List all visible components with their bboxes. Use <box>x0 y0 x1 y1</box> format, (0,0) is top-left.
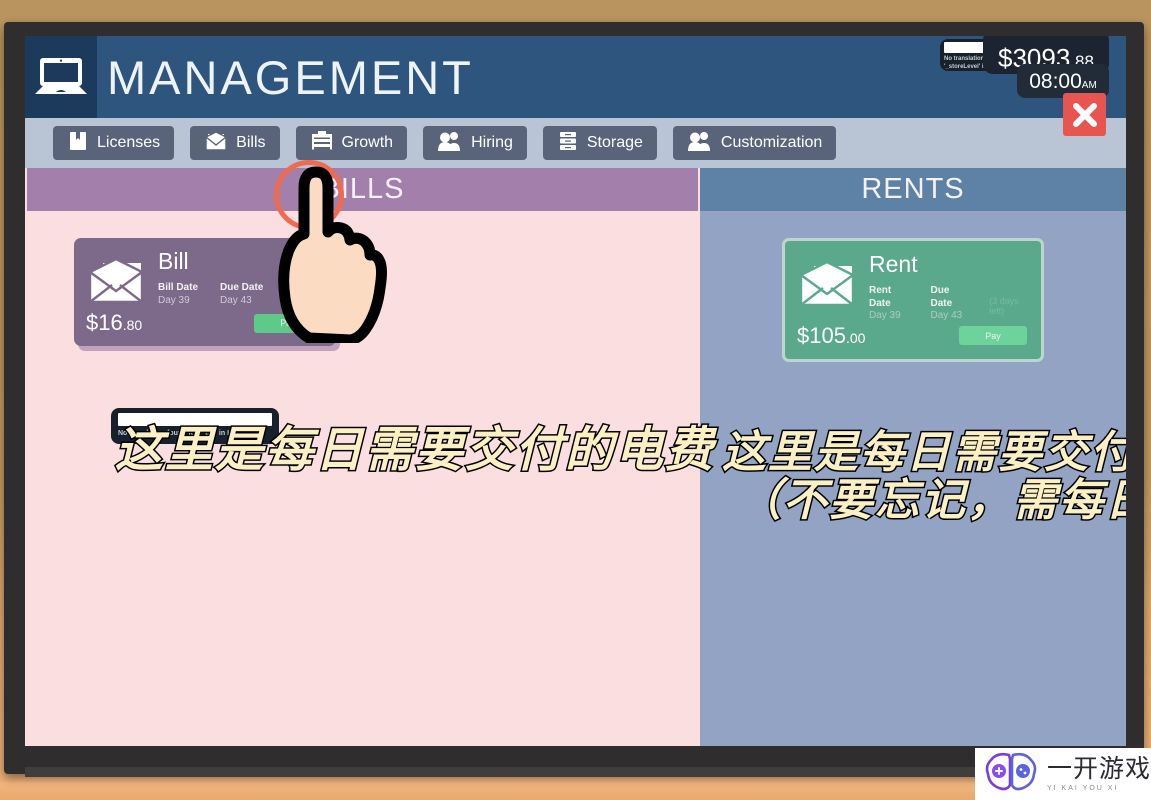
bill-due-label: Due Date <box>220 282 264 293</box>
bills-annotation: 这里是每日需要交付的电费 <box>113 423 716 479</box>
tab-label: Hiring <box>471 134 513 151</box>
people-icon <box>437 130 463 157</box>
bill-due-col: Due Date Day 43 <box>220 282 263 307</box>
watermark-en: YI KAI YOU XI <box>1047 784 1119 792</box>
watermark: 一开游戏 YI KAI YOU XI <box>975 748 1151 800</box>
watermark-cn: 一开游戏 <box>1047 754 1151 783</box>
monitor-bezel-bottom <box>25 767 1126 777</box>
bill-date-label: Bill Date <box>158 282 199 293</box>
tab-licenses[interactable]: Licenses <box>53 126 175 160</box>
monitor-screen: MANAGEMENT Licenses Bills Growth Hiring … <box>25 36 1126 746</box>
rent-date-value: Day 39 <box>869 310 901 321</box>
page-title: MANAGEMENT <box>107 50 474 104</box>
envelope-icon <box>86 252 150 310</box>
rent-amount-cents: .00 <box>845 329 866 346</box>
bill-pay-button[interactable]: Pay <box>254 313 322 333</box>
brain-gamepad-logo <box>983 751 1039 798</box>
tab-label: Growth <box>341 134 394 151</box>
rents-heading: RENTS <box>700 168 1126 211</box>
bill-card[interactable]: Bill Bill Date Day 39 Due Date Day 43 $1… <box>74 238 336 346</box>
bills-card-list: Bill Bill Date Day 39 Due Date Day 43 $1… <box>25 211 700 346</box>
tab-label: Licenses <box>97 134 161 151</box>
close-icon <box>1072 102 1097 127</box>
game-clock-time: 08:00 <box>1029 69 1082 93</box>
bill-card-title: Bill <box>158 248 189 274</box>
tab-hiring[interactable]: Hiring <box>423 126 527 160</box>
book-icon <box>67 130 89 157</box>
rents-annotation-line2: （不要忘记，需每日交付） <box>736 475 1127 527</box>
rent-date-label: Rent Date <box>869 285 892 309</box>
tab-bills[interactable]: Bills <box>190 126 280 160</box>
rent-card[interactable]: Rent Rent Date Day 39 Due Date Day 43 (3… <box>782 238 1044 362</box>
rent-due-label: Due Date <box>930 285 953 309</box>
bill-amount-cents: .80 <box>122 317 143 333</box>
tab-storage[interactable]: Storage <box>542 126 657 160</box>
game-screen: MANAGEMENT Licenses Bills Growth Hiring … <box>25 36 1126 746</box>
bills-heading: BILLS <box>27 168 698 211</box>
rent-due-col: Due Date Day 43 <box>931 285 968 323</box>
rent-due-value: Day 43 <box>930 310 963 321</box>
rent-pay-button[interactable]: Pay <box>959 326 1027 345</box>
tab-growth[interactable]: Growth <box>295 126 408 160</box>
rent-date-col: Rent Date Day 39 <box>869 285 909 323</box>
rent-days-left: (3 days left) <box>989 296 1019 316</box>
tab-customization[interactable]: Customization <box>672 126 837 160</box>
tab-label: Customization <box>720 134 823 151</box>
bill-amount: $16.80 <box>86 312 142 334</box>
bill-amount-dollars: $16 <box>86 310 123 335</box>
game-clock-ampm: AM <box>1081 79 1097 91</box>
rent-card-title: Rent <box>869 251 918 277</box>
tab-label: Storage <box>586 134 643 151</box>
bill-due-value: Day 43 <box>220 294 252 306</box>
people-icon <box>687 130 713 157</box>
rent-amount: $105.00 <box>797 322 866 348</box>
close-button[interactable] <box>1063 93 1106 136</box>
monitor-frame: MANAGEMENT Licenses Bills Growth Hiring … <box>4 22 1144 777</box>
watermark-text: 一开游戏 YI KAI YOU XI <box>1047 754 1151 792</box>
desk-icon <box>310 130 334 157</box>
laptop-icon <box>25 36 97 118</box>
game-clock-value: 08:00AM <box>1029 71 1097 92</box>
bill-date-value: Day 39 <box>158 294 190 306</box>
envelope-icon <box>204 130 228 157</box>
rent-amount-dollars: $105 <box>797 322 846 348</box>
tab-label: Bills <box>236 134 266 151</box>
management-tabbar: Licenses Bills Growth Hiring Storage Cus… <box>25 118 1126 168</box>
cursor-highlight-ring <box>274 160 344 230</box>
drawers-icon <box>557 130 579 157</box>
bill-date-col: Bill Date Day 39 <box>158 282 198 307</box>
envelope-icon <box>797 255 861 313</box>
rents-card-list: Rent Rent Date Day 39 Due Date Day 43 (3… <box>700 211 1126 362</box>
